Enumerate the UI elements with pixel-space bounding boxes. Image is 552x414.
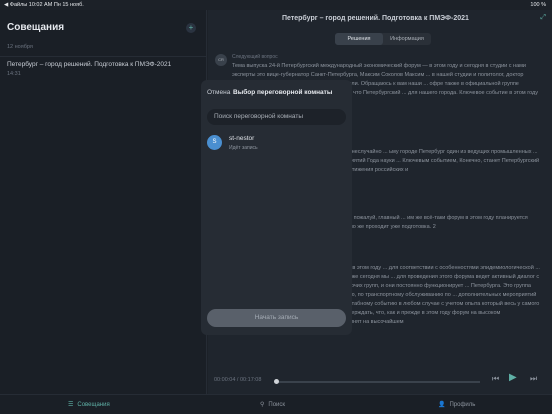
meeting-time: 14:31	[7, 71, 21, 77]
tab-label: Профиль	[449, 401, 476, 408]
segmented-control: Решения Информация	[335, 33, 431, 45]
playback-time: 00:00:04 / 00:17:08	[214, 377, 262, 383]
status-bar: ◀ Файлы 10:02 AM Пн 15 нояб. 100 %	[0, 0, 552, 10]
room-name: st-nestor	[229, 135, 255, 142]
room-search-input[interactable]: Поиск переговорной комнаты	[207, 109, 346, 125]
speaker-name: Следующий вопрос	[232, 54, 278, 60]
tab-search[interactable]: ⚲ Поиск	[260, 401, 286, 409]
status-right: 100 %	[530, 2, 546, 8]
tab-label: Совещания	[77, 401, 110, 408]
progress-bar[interactable]	[275, 381, 480, 383]
divider	[0, 56, 207, 57]
room-avatar: S	[207, 135, 222, 150]
avatar: CR	[215, 54, 227, 66]
tab-label: Поиск	[268, 401, 286, 408]
section-date: 12 ноября	[7, 44, 33, 50]
progress-handle[interactable]	[274, 379, 279, 384]
tab-profile[interactable]: 👤 Профиль	[438, 401, 476, 409]
meeting-title: Петербург – город решений. Подготовка к …	[7, 61, 172, 68]
start-recording-button[interactable]: Начать запись	[207, 309, 346, 327]
skip-forward-icon[interactable]: ⏭	[530, 374, 537, 384]
tab-meetings[interactable]: ☰ Совещания	[68, 401, 110, 409]
expand-icon[interactable]: ⤢	[540, 14, 546, 22]
cancel-button[interactable]: Отмена	[207, 89, 230, 96]
status-left: ◀ Файлы 10:02 AM Пн 15 нояб.	[4, 2, 84, 8]
room-status: Идёт запись	[229, 145, 258, 151]
meetings-sidebar: Совещания + 12 ноября Петербург – город …	[0, 10, 207, 394]
room-picker-modal: Отмена Выбор переговорной комнаты Поиск …	[201, 80, 352, 335]
audio-player: 00:00:04 / 00:17:08 ⏮ ▶ ⏭	[208, 372, 552, 392]
skip-back-icon[interactable]: ⏮	[492, 374, 499, 384]
person-icon: 👤	[438, 402, 446, 408]
detail-title: Петербург – город решений. Подготовка к …	[282, 15, 469, 22]
add-meeting-button[interactable]: +	[186, 23, 196, 33]
tab-decisions[interactable]: Решения	[335, 33, 383, 45]
list-icon: ☰	[68, 402, 74, 408]
search-icon: ⚲	[260, 402, 265, 408]
play-icon[interactable]: ▶	[509, 372, 517, 383]
tab-information[interactable]: Информация	[383, 33, 431, 45]
tab-bar: ☰ Совещания ⚲ Поиск 👤 Профиль	[0, 394, 552, 414]
modal-title: Выбор переговорной комнаты	[233, 89, 333, 96]
sidebar-title: Совещания	[7, 22, 65, 33]
